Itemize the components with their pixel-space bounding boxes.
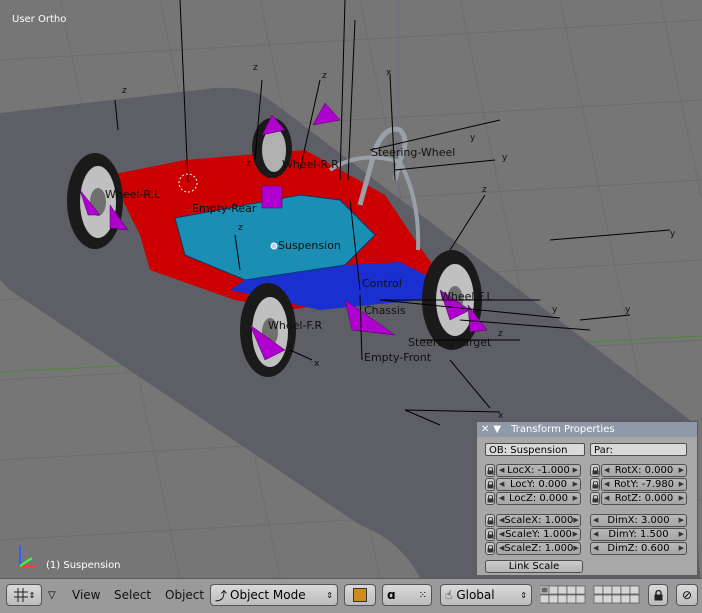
lock-icon[interactable]	[648, 584, 668, 606]
svg-text:x: x	[314, 359, 320, 369]
svg-text:y: y	[470, 133, 476, 143]
label-wheel-front-left: Wheel-F.L	[440, 290, 493, 303]
svg-text:z: z	[246, 159, 251, 169]
label-steering-wheel: Steering-Wheel	[371, 146, 455, 159]
lock-icon[interactable]	[485, 514, 495, 527]
svg-text:y: y	[670, 229, 676, 239]
link-scale-button[interactable]: Link Scale	[485, 560, 583, 573]
editor-type-selector[interactable]: ⇕	[6, 584, 42, 606]
locy-field[interactable]: ◀ LocY: 0.000 ▶	[496, 478, 581, 491]
label-wheel-front-right: Wheel-F.R	[268, 319, 322, 332]
lock-icon[interactable]	[485, 492, 495, 505]
svg-text:x: x	[386, 68, 392, 78]
active-object-status: (1) Suspension	[46, 560, 121, 571]
menu-select[interactable]: Select	[114, 584, 151, 606]
svg-text:z: z	[498, 329, 503, 339]
dotted-grid-icon: ⁙	[418, 589, 427, 601]
dimz-field[interactable]: ◀ DimZ: 0.600 ▶	[590, 542, 687, 555]
rotz-field[interactable]: ◀ RotZ: 0.000 ▶	[601, 492, 687, 505]
transform-properties-panel[interactable]: ✕ ▼ Transform Properties OB: Suspension …	[476, 421, 698, 576]
label-steering-target: Steering-Target	[408, 336, 492, 349]
collapse-icon[interactable]: ▼	[493, 424, 501, 435]
dimx-field[interactable]: ◀ DimX: 3.000 ▶	[590, 514, 687, 527]
lock-icon[interactable]	[485, 478, 495, 491]
mode-selector[interactable]: ⤴ Object Mode ⇕	[210, 584, 338, 606]
label-chassis: Chassis	[364, 304, 406, 317]
scalez-field[interactable]: ◀ ScaleZ: 1.000 ▶	[496, 542, 581, 555]
menu-view[interactable]: View	[72, 584, 100, 606]
label-wheel-rear-left: Wheel-R.L	[105, 188, 161, 201]
close-icon[interactable]: ✕	[481, 424, 489, 435]
pivot-selector[interactable]: ɑ ⁙	[382, 584, 432, 606]
collapse-menus-icon[interactable]: ▽	[48, 584, 56, 606]
lock-icon[interactable]	[590, 492, 600, 505]
rotx-field[interactable]: ◀ RotX: 0.000 ▶	[601, 464, 687, 477]
lock-icon[interactable]	[485, 528, 495, 541]
lock-icon[interactable]	[590, 464, 600, 477]
roty-field[interactable]: ◀ RotY: -7.980 ▶	[601, 478, 687, 491]
panel-header[interactable]: ✕ ▼ Transform Properties	[477, 422, 697, 437]
draw-type-selector[interactable]	[344, 584, 376, 606]
hand-icon: ☝	[445, 588, 453, 602]
lock-icon[interactable]	[485, 464, 495, 477]
svg-text:z: z	[322, 71, 327, 81]
label-wheel-rear-right: Wheel-R.R	[282, 158, 339, 171]
lock-icon[interactable]	[485, 542, 495, 555]
lock-icon[interactable]	[590, 478, 600, 491]
object-mode-icon: ⤴	[215, 588, 228, 603]
grid-icon	[13, 588, 28, 602]
panel-title: Transform Properties	[511, 424, 615, 435]
svg-text:y: y	[552, 305, 558, 315]
layer-buttons[interactable]	[540, 584, 640, 606]
object-name-field[interactable]: OB: Suspension	[485, 443, 585, 456]
render-icon[interactable]: ⊘	[676, 584, 698, 606]
dimy-field[interactable]: ◀ DimY: 1.500 ▶	[590, 528, 687, 541]
transform-orientation-selector[interactable]: ☝ Global ⇕	[440, 584, 532, 606]
cube-icon	[353, 588, 367, 602]
locx-field[interactable]: ◀ LocX: -1.000 ▶	[496, 464, 581, 477]
svg-text:z: z	[482, 185, 487, 195]
svg-text:z: z	[238, 223, 243, 233]
svg-text:x: x	[498, 411, 504, 421]
orientation-gizmo	[19, 546, 36, 567]
scaley-field[interactable]: ◀ ScaleY: 1.000 ▶	[496, 528, 581, 541]
svg-text:y: y	[502, 153, 508, 163]
label-suspension: Suspension	[278, 239, 341, 252]
svg-text:y: y	[625, 305, 631, 315]
label-empty-rear: Empty-Rear	[192, 202, 257, 215]
parent-field[interactable]: Par:	[590, 443, 687, 456]
label-empty-front: Empty-Front	[364, 351, 432, 364]
3d-viewport[interactable]: Steering-Wheel Wheel-R.R Wheel-R.L Empty…	[0, 0, 702, 578]
wheel-rear-left[interactable]	[67, 153, 123, 249]
view3d-header: ⇕ ▽ View Select Object ⤴ Object Mode ⇕ ɑ…	[0, 578, 702, 613]
locz-field[interactable]: ◀ LocZ: 0.000 ▶	[496, 492, 581, 505]
label-control: Control	[362, 277, 402, 290]
pivot-icon: ɑ	[387, 588, 396, 602]
svg-text:z: z	[122, 86, 127, 96]
view-name: User Ortho	[12, 14, 67, 25]
suspension-origin	[270, 242, 278, 250]
menu-object[interactable]: Object	[165, 584, 204, 606]
scalex-field[interactable]: ◀ ScaleX: 1.000 ▶	[496, 514, 581, 527]
svg-text:z: z	[253, 63, 258, 73]
